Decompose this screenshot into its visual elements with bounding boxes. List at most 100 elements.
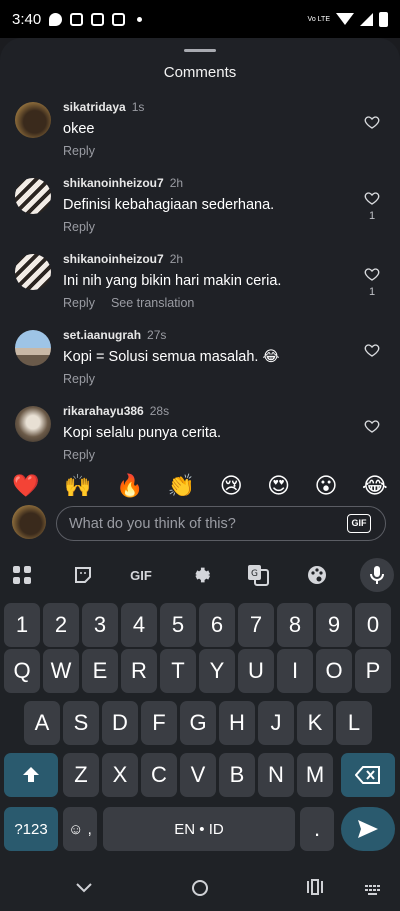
emoji-wow-button[interactable]: 😮 bbox=[315, 474, 338, 499]
emoji-laugh-button[interactable]: 😂 bbox=[362, 474, 388, 499]
avatar[interactable] bbox=[15, 330, 51, 366]
key-q[interactable]: Q bbox=[4, 649, 40, 693]
key-p[interactable]: P bbox=[355, 649, 391, 693]
comment-username[interactable]: shikanoinheizou7 2h bbox=[63, 252, 183, 266]
avatar[interactable] bbox=[15, 178, 51, 214]
instagram-icon bbox=[91, 12, 105, 26]
symbols-key[interactable]: ?123 bbox=[4, 807, 58, 851]
key-e[interactable]: E bbox=[82, 649, 118, 693]
avatar[interactable] bbox=[15, 254, 51, 290]
key-x[interactable]: X bbox=[102, 753, 138, 797]
key-n[interactable]: N bbox=[258, 753, 294, 797]
comment-text: okee bbox=[63, 121, 95, 137]
comment-item: sikatridaya 1s okee Reply bbox=[0, 100, 400, 170]
like-button[interactable]: 1 bbox=[364, 190, 380, 222]
key-d[interactable]: D bbox=[102, 701, 138, 745]
like-button[interactable] bbox=[364, 342, 380, 358]
heart-icon bbox=[364, 420, 380, 433]
emoji-heart-button[interactable]: ❤️ bbox=[12, 474, 39, 499]
emoji-raised-hands-button[interactable]: 🙌 bbox=[64, 474, 91, 499]
key-9[interactable]: 9 bbox=[316, 603, 352, 647]
key-r[interactable]: R bbox=[121, 649, 157, 693]
microphone-icon[interactable] bbox=[360, 558, 394, 592]
key-6[interactable]: 6 bbox=[199, 603, 235, 647]
comment-username[interactable]: sikatridaya 1s bbox=[63, 100, 144, 114]
key-0[interactable]: 0 bbox=[355, 603, 391, 647]
avatar[interactable] bbox=[15, 406, 51, 442]
key-o[interactable]: O bbox=[316, 649, 352, 693]
key-4[interactable]: 4 bbox=[121, 603, 157, 647]
reply-button[interactable]: Reply bbox=[63, 448, 95, 462]
keyboard-switch-icon[interactable] bbox=[365, 881, 381, 902]
palette-icon[interactable] bbox=[300, 558, 334, 592]
like-button[interactable] bbox=[364, 114, 380, 130]
key-b[interactable]: B bbox=[219, 753, 255, 797]
gif-button[interactable]: GIF bbox=[347, 514, 371, 533]
heart-icon bbox=[364, 192, 380, 205]
like-button[interactable] bbox=[364, 418, 380, 434]
reply-button[interactable]: Reply bbox=[63, 296, 95, 310]
key-j[interactable]: J bbox=[258, 701, 294, 745]
key-1[interactable]: 1 bbox=[4, 603, 40, 647]
settings-gear-icon[interactable] bbox=[183, 558, 217, 592]
heart-icon bbox=[364, 116, 380, 129]
comment-input[interactable] bbox=[56, 506, 386, 541]
emoji-clap-button[interactable]: 👏 bbox=[168, 474, 195, 499]
key-2[interactable]: 2 bbox=[43, 603, 79, 647]
reply-button[interactable]: Reply bbox=[63, 220, 95, 234]
instagram-icon bbox=[112, 12, 126, 26]
send-key[interactable] bbox=[341, 807, 395, 851]
key-c[interactable]: C bbox=[141, 753, 177, 797]
home-circle-icon[interactable] bbox=[191, 879, 209, 902]
key-8[interactable]: 8 bbox=[277, 603, 313, 647]
apps-grid-icon[interactable] bbox=[5, 558, 39, 592]
period-key[interactable]: . bbox=[300, 807, 334, 851]
comment-text: Ini nih yang bikin hari makin ceria. bbox=[63, 273, 282, 289]
space-key[interactable]: EN • ID bbox=[103, 807, 295, 851]
comment-username[interactable]: shikanoinheizou7 2h bbox=[63, 176, 183, 190]
gif-icon[interactable]: GIF bbox=[124, 558, 158, 592]
key-w[interactable]: W bbox=[43, 649, 79, 693]
key-3[interactable]: 3 bbox=[82, 603, 118, 647]
comment-time: 2h bbox=[169, 176, 184, 190]
key-m[interactable]: M bbox=[297, 753, 333, 797]
key-t[interactable]: T bbox=[160, 649, 196, 693]
key-h[interactable]: H bbox=[219, 701, 255, 745]
key-k[interactable]: K bbox=[297, 701, 333, 745]
see-translation-button[interactable]: See translation bbox=[111, 296, 194, 310]
shift-key[interactable] bbox=[4, 753, 58, 797]
reply-button[interactable]: Reply bbox=[63, 144, 95, 158]
emoji-key[interactable]: ☺ , bbox=[63, 807, 97, 851]
comment-username[interactable]: rikarahayu386 28s bbox=[63, 404, 169, 418]
emoji-crying-button[interactable]: 😢 bbox=[220, 474, 243, 499]
reply-button[interactable]: Reply bbox=[63, 372, 95, 386]
key-g[interactable]: G bbox=[180, 701, 216, 745]
like-count: 1 bbox=[368, 210, 376, 222]
key-i[interactable]: I bbox=[277, 649, 313, 693]
drag-handle[interactable] bbox=[184, 49, 216, 52]
comment-username[interactable]: set.iaanugrah 27s bbox=[63, 328, 166, 342]
key-5[interactable]: 5 bbox=[160, 603, 196, 647]
chat-icon bbox=[49, 12, 63, 26]
emoji-fire-button[interactable]: 🔥 bbox=[116, 474, 143, 499]
translate-icon[interactable]: G bbox=[241, 558, 275, 592]
key-l[interactable]: L bbox=[336, 701, 372, 745]
key-u[interactable]: U bbox=[238, 649, 274, 693]
key-z[interactable]: Z bbox=[63, 753, 99, 797]
emoji-heart-eyes-button[interactable]: 😍 bbox=[267, 474, 290, 499]
sticker-icon[interactable] bbox=[66, 558, 100, 592]
recents-icon[interactable] bbox=[306, 879, 324, 900]
key-y[interactable]: Y bbox=[199, 649, 235, 693]
key-s[interactable]: S bbox=[63, 701, 99, 745]
status-bar: 3:40 Vo LTE bbox=[0, 0, 400, 38]
key-7[interactable]: 7 bbox=[238, 603, 274, 647]
comment-time: 2h bbox=[169, 252, 184, 266]
like-button[interactable]: 1 bbox=[364, 266, 380, 298]
key-f[interactable]: F bbox=[141, 701, 177, 745]
heart-icon bbox=[364, 268, 380, 281]
key-a[interactable]: A bbox=[24, 701, 60, 745]
backspace-key[interactable] bbox=[341, 753, 395, 797]
key-v[interactable]: V bbox=[180, 753, 216, 797]
avatar[interactable] bbox=[15, 102, 51, 138]
back-chevron-icon[interactable] bbox=[76, 877, 92, 898]
